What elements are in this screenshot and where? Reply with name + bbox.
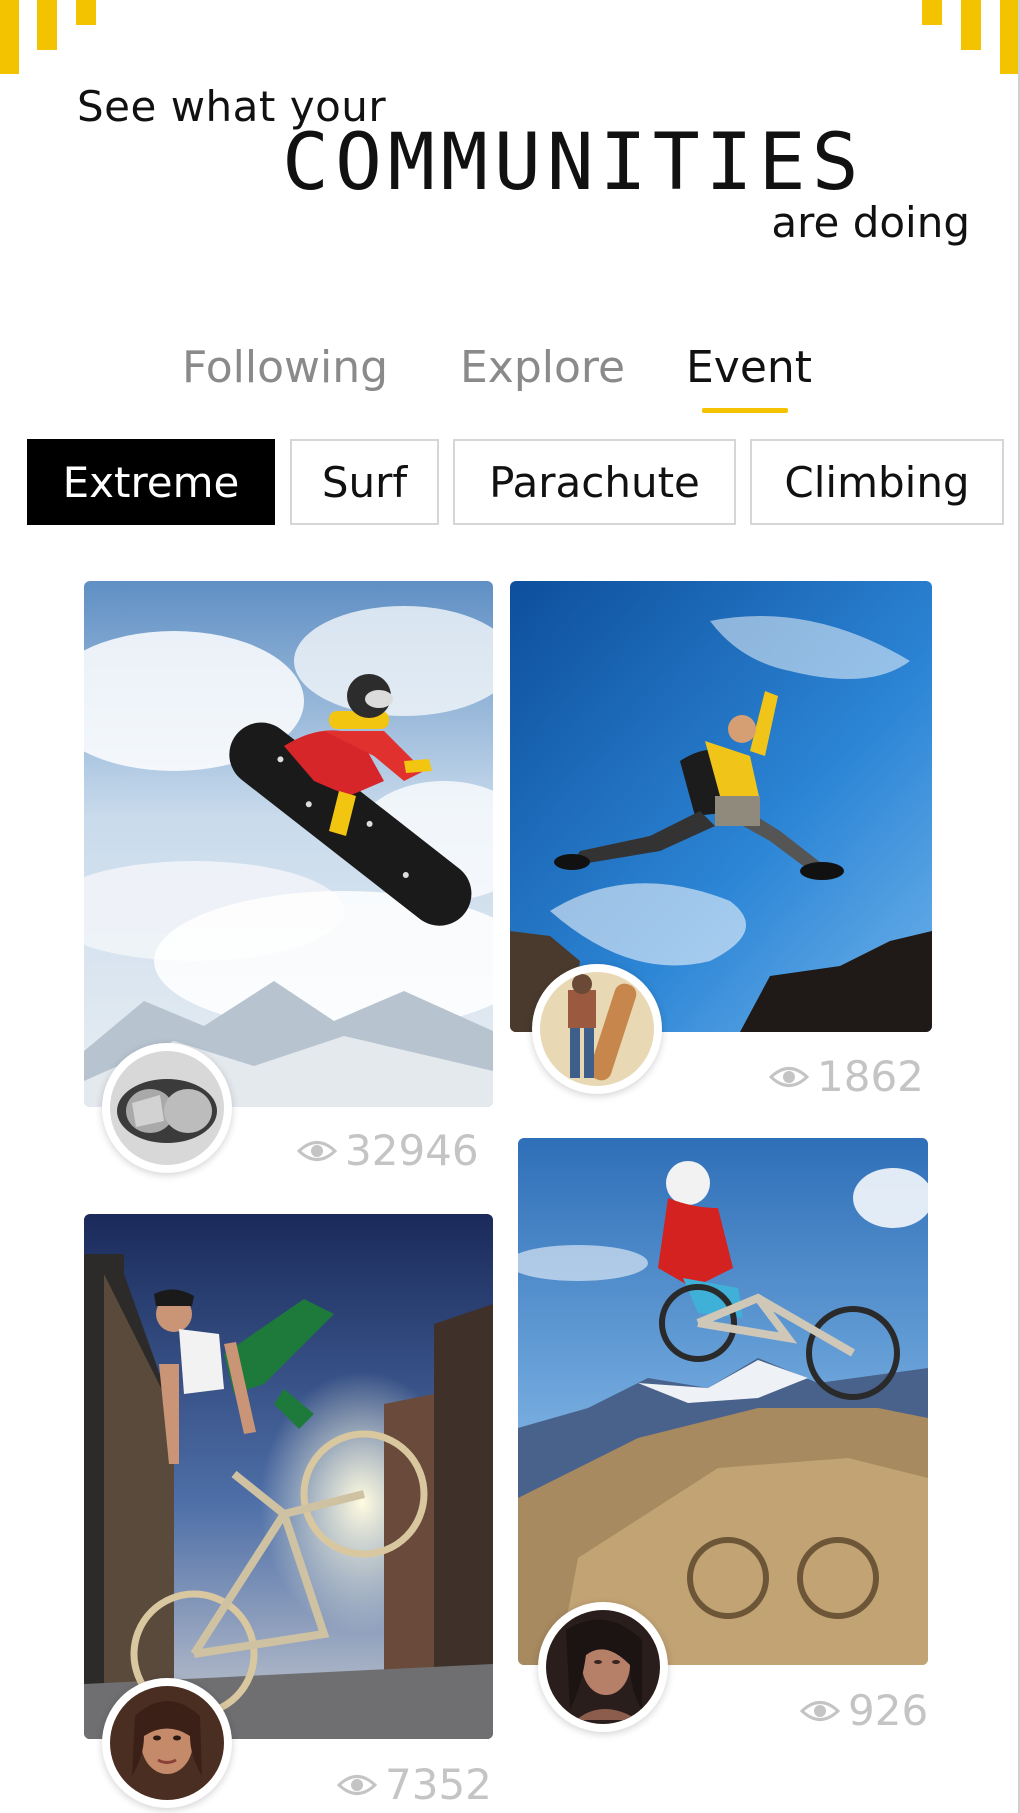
woman-portrait-avatar[interactable] <box>102 1678 232 1808</box>
views-count: 1862 <box>817 1052 924 1101</box>
eye-icon <box>769 1066 809 1087</box>
eye-icon <box>337 1774 377 1795</box>
views-counter: 926 <box>800 1686 928 1735</box>
snowboarder-jump-photo[interactable] <box>84 581 493 1107</box>
yellow-stripe-decoration <box>37 0 57 50</box>
header-outro-text: are doing <box>771 198 970 247</box>
yellow-stripe-decoration <box>922 0 942 25</box>
views-counter: 1862 <box>769 1052 924 1101</box>
views-counter: 32946 <box>297 1126 479 1175</box>
category-chip-extreme[interactable]: Extreme <box>27 439 275 525</box>
mountain-bike-jump-photo[interactable] <box>518 1138 928 1665</box>
category-chip-climbing[interactable]: Climbing <box>750 439 1004 525</box>
active-tab-indicator <box>702 408 788 413</box>
category-chip-parachute[interactable]: Parachute <box>453 439 736 525</box>
views-count: 32946 <box>345 1126 479 1175</box>
yellow-stripe-decoration <box>0 0 19 74</box>
eye-icon <box>297 1140 337 1161</box>
woman-portrait-avatar[interactable] <box>538 1602 668 1732</box>
skateboarder-avatar[interactable] <box>532 964 662 1094</box>
yellow-stripe-decoration <box>1000 0 1018 74</box>
community-feed-screen: See what your COMMUNITIES are doing Foll… <box>0 0 1020 1813</box>
hiker-leap-photo[interactable] <box>510 581 932 1032</box>
views-count: 926 <box>848 1686 929 1735</box>
tab-following[interactable]: Following <box>182 342 388 393</box>
tab-event[interactable]: Event <box>686 342 812 393</box>
header-communities-title: COMMUNITIES <box>282 118 865 208</box>
yellow-stripe-decoration <box>961 0 981 50</box>
yellow-stripe-decoration <box>76 0 96 25</box>
tab-explore[interactable]: Explore <box>460 342 625 393</box>
eye-icon <box>800 1700 840 1721</box>
bmx-rider-photo[interactable] <box>84 1214 493 1739</box>
category-chip-surf[interactable]: Surf <box>290 439 439 525</box>
goggles-avatar[interactable] <box>102 1043 232 1173</box>
views-count: 7352 <box>385 1760 492 1809</box>
views-counter: 7352 <box>337 1760 492 1809</box>
